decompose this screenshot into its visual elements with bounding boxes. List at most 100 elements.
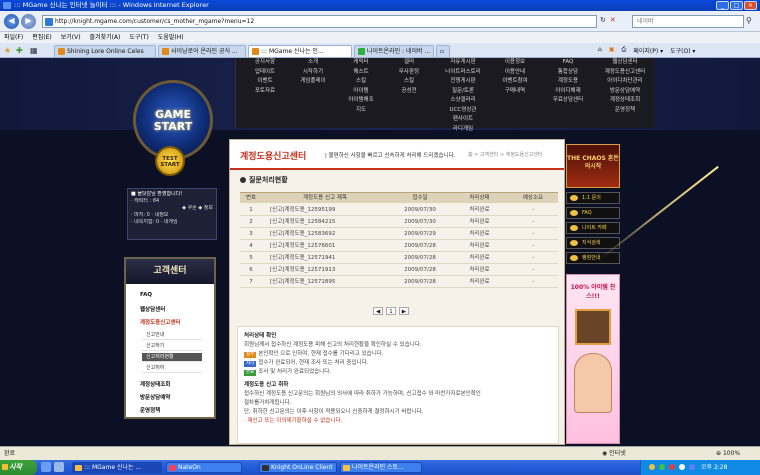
coupon-info-link[interactable]: ◆ 쿠폰 ◆ 정보	[131, 205, 213, 212]
page-menu[interactable]: 페이지(P) ▾	[633, 46, 663, 55]
table-row[interactable]: 4 [신고]계정도용_12576601 2009/07/28 처리완료 -	[240, 240, 558, 252]
add-favorites-icon[interactable]: ✚	[16, 46, 23, 55]
menu-file[interactable]: 파일(F)	[4, 32, 23, 43]
sidebar-subitem-guide[interactable]: 신고안내	[142, 331, 202, 340]
table-row[interactable]: 6 [신고]계정도용_12571913 2009/07/28 처리완료 -	[240, 264, 558, 276]
table-row[interactable]: 5 [신고]계정도용_12571941 2009/07/28 처리완료 -	[240, 252, 558, 264]
close-button[interactable]: ×	[744, 1, 757, 10]
next-page-button[interactable]: ▶	[398, 307, 409, 315]
cell-title[interactable]: [신고]계정도용_12571941	[270, 252, 380, 264]
page-number[interactable]: 1	[386, 307, 396, 315]
nav-link[interactable]: 아이템해조	[332, 96, 390, 106]
tray-network-icon[interactable]	[659, 464, 665, 470]
quick-launch	[41, 462, 64, 472]
cell-eta: -	[532, 279, 534, 285]
menu-help[interactable]: 도움말(H)	[158, 32, 184, 43]
cell-title[interactable]: [신고]계정도용_12571895	[270, 276, 380, 288]
stop-icon[interactable]: ✕	[610, 16, 616, 24]
table-row[interactable]: 2 [신고]계정도용_12584215 2009/07/30 처리완료 -	[240, 216, 558, 228]
cell-title[interactable]: [신고]계정도용_12595199	[270, 204, 380, 216]
my-game-link[interactable]: · 내쪽지함: 0 · 내게임	[131, 219, 213, 226]
sidebar-item-policy[interactable]: 운영정책	[140, 406, 204, 414]
menu-view[interactable]: 보기(V)	[61, 32, 81, 43]
desktop-icon[interactable]	[54, 462, 64, 472]
right-btn-ranking[interactable]: 랭킹안내	[566, 252, 620, 264]
nav-link[interactable]: 지도	[332, 106, 390, 116]
menu-edit[interactable]: 편집(E)	[32, 32, 52, 43]
start-button[interactable]: 시작	[0, 460, 37, 475]
refresh-icon[interactable]: ↻	[600, 16, 606, 24]
maximize-button[interactable]: □	[730, 1, 743, 10]
nav-link[interactable]: 방문상담예약	[594, 87, 656, 97]
cell-title[interactable]: [신고]계정도용_12571913	[270, 264, 380, 276]
sidebar-item-faq[interactable]: FAQ	[140, 292, 204, 298]
cell-title[interactable]: [신고]계정도용_12584215	[270, 216, 380, 228]
nav-link[interactable]: UCC영상관	[428, 106, 498, 116]
withdraw-heading: 계정도용 신고 취하	[244, 382, 289, 388]
nav-link[interactable]: 아이디해제	[536, 87, 600, 97]
tab-naver[interactable]: 나이트온라인 : 네이버 ...	[354, 45, 434, 57]
nav-link[interactable]: 팬사이트	[428, 115, 498, 125]
cell-title[interactable]: [신고]계정도용_12576601	[270, 240, 380, 252]
minimize-button[interactable]: _	[716, 1, 729, 10]
tray-volume-icon[interactable]	[679, 464, 685, 470]
prev-page-button[interactable]: ◀	[373, 307, 384, 315]
tab-list-icon[interactable]: ▦	[30, 46, 38, 55]
task-knight-client[interactable]: Knight OnLine Client	[259, 462, 337, 473]
address-input[interactable]: http://knight.mgame.com/customer/cs_moth…	[42, 15, 597, 28]
nav-link[interactable]: 스샷갤러리	[428, 96, 498, 106]
nav-link[interactable]: 계정도용	[536, 77, 600, 87]
task-nateon[interactable]: NateOn	[166, 462, 242, 473]
sidebar-item-account-theft[interactable]: 계정도용신고센터	[140, 318, 204, 326]
test-start-button[interactable]: TEST START	[155, 146, 185, 176]
nav-link[interactable]: 라디게임	[428, 125, 498, 135]
sidebar-subitem-status[interactable]: 신고처리현황	[142, 353, 202, 362]
search-icon[interactable]: ⚲	[746, 16, 752, 25]
nav-link[interactable]: 포토자료	[236, 87, 294, 97]
tab-shining-lore[interactable]: Shining Lore Online Celes	[54, 45, 156, 57]
favorites-star-icon[interactable]: ★	[4, 46, 11, 55]
tab-mgame[interactable]: ::: MGame 신나는 인...	[248, 45, 352, 57]
nav-link[interactable]: 통합상담	[536, 68, 600, 78]
table-row[interactable]: 7 [신고]계정도용_12571895 2009/07/28 처리완료 -	[240, 276, 558, 288]
nav-link[interactable]: FAQ	[536, 58, 600, 68]
print-icon[interactable]: ⎙	[621, 46, 626, 55]
feeds-icon[interactable]: ▣	[609, 46, 615, 55]
nav-link[interactable]: 계정도용신고센터	[594, 68, 656, 78]
sidebar-subitem-withdraw[interactable]: 신고취하	[142, 364, 202, 373]
ie-icon[interactable]	[41, 462, 51, 472]
tray-app-icon[interactable]	[649, 464, 655, 470]
nav-link[interactable]: 무료상담센터	[536, 96, 600, 106]
tools-menu[interactable]: 도구(O) ▾	[670, 46, 695, 55]
task-knight-store[interactable]: 나이트온라인 스토...	[340, 462, 422, 473]
right-btn-cafe[interactable]: 나이트 카페	[566, 222, 620, 234]
my-info-link[interactable]: · 마지: 0 · 내정보	[131, 212, 213, 219]
task-mgame[interactable]: ::: MGame 신나는 ...	[72, 462, 162, 473]
forward-button[interactable]: ▶	[21, 14, 36, 29]
tray-security-icon[interactable]	[669, 464, 675, 470]
chaos-banner[interactable]: THE CHAOS 혼돈의시작	[566, 144, 620, 188]
back-button[interactable]: ◀	[4, 14, 19, 29]
menu-favorites[interactable]: 즐겨찾기(A)	[90, 32, 121, 43]
tab-shining-lore-kr[interactable]: 샤이닝로어 온라인 공식 ...	[158, 45, 246, 57]
search-input[interactable]: 네이버	[632, 15, 744, 28]
table-row[interactable]: 3 [신고]계정도용_12583692 2009/07/29 처리완료 -	[240, 228, 558, 240]
nav-link[interactable]: 계정상태조회	[594, 96, 656, 106]
new-tab-button[interactable]: ▫	[436, 45, 450, 57]
menu-tools[interactable]: 도구(T)	[129, 32, 148, 43]
nav-link[interactable]: 웹상담센터	[594, 58, 656, 68]
sidebar-subitem-report[interactable]: 신고하기	[142, 342, 202, 351]
nav-link[interactable]: 운영정책	[594, 106, 656, 116]
right-btn-inquiry[interactable]: 1:1 문의	[566, 192, 620, 204]
item-chance-banner[interactable]: 100% 아이템 찬스!!!	[566, 274, 620, 444]
cell-title[interactable]: [신고]계정도용_12583692	[270, 228, 380, 240]
zoom-control[interactable]: ⊕ 100%	[716, 447, 740, 460]
home-icon[interactable]: ⌂	[598, 46, 602, 55]
sidebar-item-web-consult[interactable]: 웹상담센터	[140, 305, 204, 313]
nav-link[interactable]: 아이디차단관리	[594, 77, 656, 87]
sidebar-item-visit-reservation[interactable]: 방문상담예약	[140, 393, 204, 401]
right-btn-faq[interactable]: FAQ	[566, 207, 620, 219]
table-row[interactable]: 1 [신고]계정도용_12595199 2009/07/30 처리완료 -	[240, 204, 558, 216]
tray-ime-icon[interactable]	[689, 464, 695, 470]
sidebar-item-account-status[interactable]: 계정상태조회	[140, 380, 204, 388]
